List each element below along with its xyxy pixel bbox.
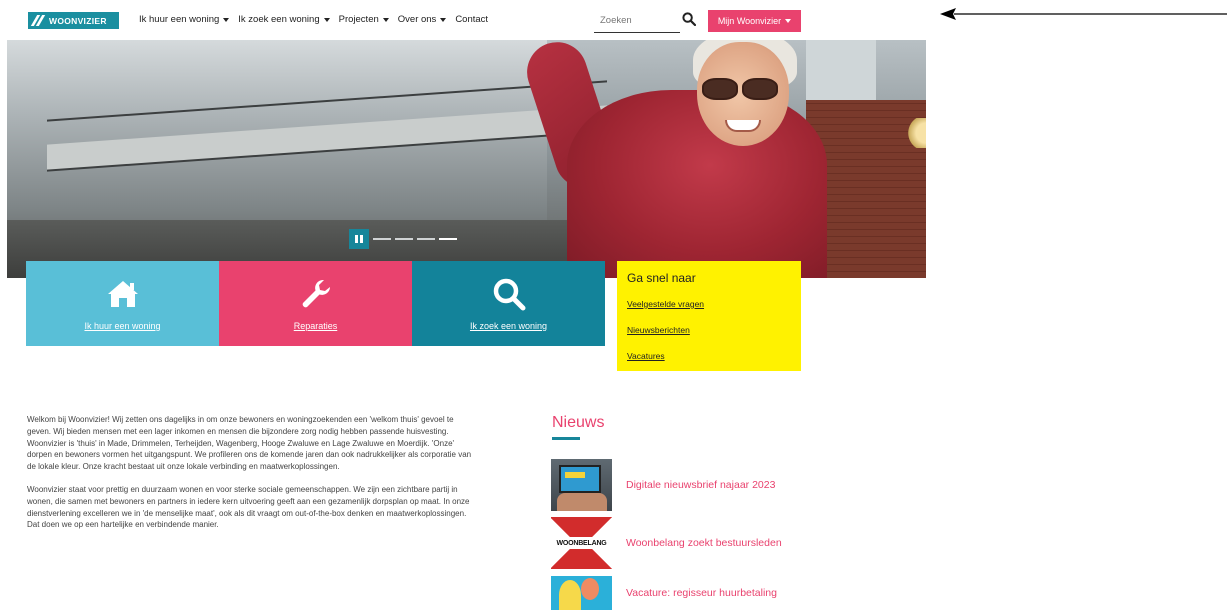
- nav-item-over-ons[interactable]: Over ons: [398, 14, 447, 25]
- tile-ik-huur-een-woning[interactable]: Ik huur een woning: [26, 261, 219, 346]
- search-field: [594, 9, 680, 33]
- nav-item-ik-huur[interactable]: Ik huur een woning: [139, 14, 230, 25]
- nav-item-label: Ik huur een woning: [139, 14, 220, 25]
- news-item-title[interactable]: Vacature: regisseur huurbetaling: [626, 587, 777, 599]
- carousel-controls: [349, 229, 457, 249]
- site-header: WOONVIZIER Ik huur een woning Ik zoek ee…: [0, 0, 930, 40]
- hero-person: [519, 40, 837, 278]
- nav-item-projecten[interactable]: Projecten: [339, 14, 389, 25]
- news-item-vacature[interactable]: Vacature: regisseur huurbetaling: [551, 576, 777, 610]
- caret-down-icon: [223, 17, 230, 22]
- carousel-dot-3[interactable]: [417, 238, 435, 240]
- carousel-dot-1[interactable]: [373, 238, 391, 240]
- news-item-nieuwsbrief[interactable]: Digitale nieuwsbrief najaar 2023: [551, 459, 775, 511]
- quick-link-nieuwsberichten[interactable]: Nieuwsberichten: [627, 325, 791, 335]
- caret-down-icon: [785, 19, 792, 23]
- intro-paragraph-2: Woonvizier staat voor prettig en duurzaa…: [27, 484, 470, 530]
- quick-links-panel: Ga snel naar Veelgestelde vragen Nieuwsb…: [617, 261, 801, 371]
- hero-person-jacket: [567, 90, 827, 278]
- tile-reparaties[interactable]: Reparaties: [219, 261, 412, 346]
- hero-carousel: [7, 40, 926, 278]
- mijn-woonvizier-button[interactable]: Mijn Woonvizier: [708, 10, 801, 32]
- pause-icon[interactable]: [349, 229, 369, 249]
- mijn-woonvizier-label: Mijn Woonvizier: [717, 16, 782, 26]
- house-icon: [105, 277, 141, 311]
- caret-down-icon: [440, 17, 447, 22]
- nav-item-label: Contact: [455, 14, 489, 25]
- news-thumbnail: [551, 459, 612, 511]
- woonvizier-logo[interactable]: WOONVIZIER: [28, 12, 119, 29]
- logo-text: WOONVIZIER: [49, 15, 107, 26]
- nav-item-label: Ik zoek een woning: [238, 14, 320, 25]
- search-icon: [491, 277, 527, 311]
- hero-lamp: [906, 118, 926, 148]
- news-heading-underline: [552, 437, 580, 440]
- nav-item-label: Over ons: [397, 14, 437, 25]
- intro-text: Welkom bij Woonvizier! Wij zetten ons da…: [27, 414, 477, 542]
- news-thumbnail: WOONBELANG: [551, 517, 612, 569]
- carousel-dot-2[interactable]: [395, 238, 413, 240]
- tile-label: Ik zoek een woning: [469, 321, 548, 331]
- news-heading: Nieuws: [552, 414, 605, 431]
- tile-label: Reparaties: [293, 321, 338, 331]
- tile-label: Ik huur een woning: [84, 321, 161, 331]
- search-icon[interactable]: [682, 12, 697, 27]
- quick-links-title: Ga snel naar: [627, 271, 696, 285]
- news-item-woonbelang[interactable]: WOONBELANG Woonbelang zoekt bestuurslede…: [551, 517, 782, 569]
- hero-person-glasses: [702, 78, 778, 100]
- main-nav: Ik huur een woning Ik zoek een woning Pr…: [139, 14, 497, 25]
- logo-mark-icon: [32, 15, 46, 26]
- woonbelang-logo-text: WOONBELANG: [556, 539, 607, 547]
- caret-down-icon: [382, 17, 389, 22]
- carousel-dot-4[interactable]: [439, 238, 457, 240]
- tile-ik-zoek-een-woning[interactable]: Ik zoek een woning: [412, 261, 605, 346]
- nav-item-label: Projecten: [338, 14, 379, 25]
- nav-item-contact[interactable]: Contact: [455, 14, 488, 25]
- news-thumbnail: [551, 576, 612, 610]
- arrow-left-icon: [940, 8, 1227, 20]
- wrench-icon: [298, 277, 334, 311]
- caret-down-icon: [323, 17, 330, 22]
- quick-link-vacatures[interactable]: Vacatures: [627, 351, 791, 361]
- news-item-title[interactable]: Woonbelang zoekt bestuursleden: [626, 537, 782, 549]
- quick-link-veelgestelde-vragen[interactable]: Veelgestelde vragen: [627, 299, 791, 309]
- intro-paragraph-1: Welkom bij Woonvizier! Wij zetten ons da…: [27, 415, 472, 472]
- search-input[interactable]: [594, 9, 680, 31]
- nav-item-ik-zoek[interactable]: Ik zoek een woning: [238, 14, 330, 25]
- news-item-title[interactable]: Digitale nieuwsbrief najaar 2023: [626, 479, 775, 491]
